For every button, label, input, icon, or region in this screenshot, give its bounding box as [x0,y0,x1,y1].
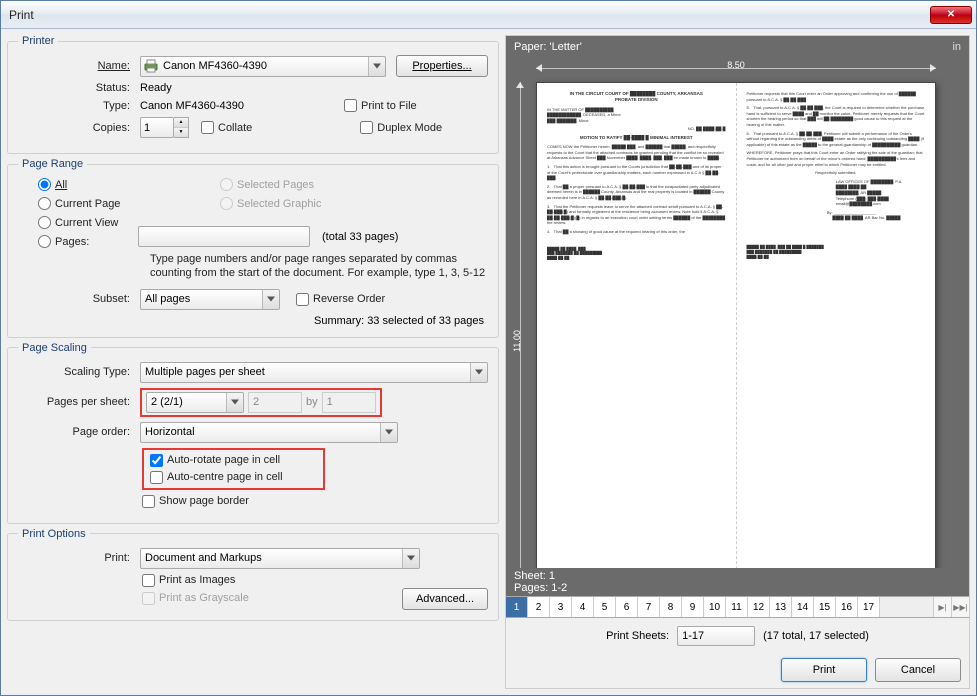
page-scaling-legend: Page Scaling [18,342,91,354]
print-options-legend: Print Options [18,528,90,540]
pps-cols: 2 [248,392,302,413]
properties-button[interactable]: Properties... [396,55,488,77]
printer-name-label: Name: [18,60,136,72]
reverse-order-checkbox[interactable]: Reverse Order [296,293,385,306]
status-value: Ready [140,82,172,94]
total-pages-text: (total 33 pages) [322,231,398,243]
page-range-help: Type page numbers and/or page ranges sep… [150,252,488,281]
pages-range: Pages: 1-2 [514,582,961,594]
copies-label: Copies: [18,122,136,134]
page-order-label: Page order: [18,426,136,438]
preview-page-2: Petitioner requests that this Court ente… [736,83,936,568]
sheet-page-17[interactable]: 17 [858,597,880,617]
sheet-page-14[interactable]: 14 [792,597,814,617]
page-scaling-group: Page Scaling Scaling Type: Multiple page… [7,342,499,524]
print-sheets-total: (17 total, 17 selected) [763,630,869,642]
spin-up-icon[interactable]: ▲ [174,118,188,128]
print-dialog: Print ✕ Printer Name: Canon MF4360-4390 [0,0,977,696]
sheet-page-list: 1234567891011121314151617 [506,597,880,617]
page-preview: IN THE CIRCUIT COURT OF ████████ COUNTY,… [536,82,936,568]
pps-highlight: 2 (2/1) 2 by 1 [140,388,382,417]
status-label: Status: [18,82,136,94]
sheet-info: Sheet: 1 Pages: 1-2 [506,568,969,596]
sheet-page-8[interactable]: 8 [660,597,682,617]
type-value: Canon MF4360-4390 [140,100,340,112]
close-button[interactable]: ✕ [930,6,972,24]
print-sheets-input[interactable] [677,626,755,646]
range-summary: Summary: 33 selected of 33 pages [18,315,488,327]
spin-down-icon[interactable]: ▼ [174,128,188,137]
ruler-left: 11.00 [510,82,530,568]
printer-icon [143,58,159,74]
print-what-label: Print: [18,552,136,564]
duplex-checkbox[interactable]: Duplex Mode [360,121,442,134]
sheet-page-9[interactable]: 9 [682,597,704,617]
sheet-page-6[interactable]: 6 [616,597,638,617]
printer-name-select[interactable]: Canon MF4360-4390 [140,56,386,77]
rotate-centre-highlight: Auto-rotate page in cell Auto-centre pag… [142,448,325,490]
printer-group: Printer Name: Canon MF4360-4390 Properti… [7,35,499,154]
range-all-radio[interactable]: All [38,178,212,191]
sheet-page-16[interactable]: 16 [836,597,858,617]
sheet-page-15[interactable]: 15 [814,597,836,617]
nav-next-icon[interactable]: ▶| [933,597,951,617]
pps-rows: 1 [322,392,376,413]
nav-last-icon[interactable]: ▶▶| [951,597,969,617]
sheet-page-13[interactable]: 13 [770,597,792,617]
sheet-page-2[interactable]: 2 [528,597,550,617]
page-range-group: Page Range All Current Page Current View… [7,158,499,338]
sheet-page-11[interactable]: 11 [726,597,748,617]
sheet-page-3[interactable]: 3 [550,597,572,617]
subset-label: Subset: [18,293,136,305]
copies-spinner[interactable]: ▲▼ [140,117,189,138]
print-as-grayscale-checkbox: Print as Grayscale [142,592,249,605]
subset-select[interactable]: All pages [140,289,280,310]
range-current-page-radio[interactable]: Current Page [38,197,212,210]
scaling-type-label: Scaling Type: [18,366,136,378]
paper-label: Paper: 'Letter' [514,41,582,53]
page-range-legend: Page Range [18,158,87,170]
print-button[interactable]: Print [781,658,867,682]
ruler-top: 8.50 [536,62,936,78]
print-what-select[interactable]: Document and Markups [140,548,420,569]
print-sheets-label: Print Sheets: [606,630,669,642]
sheet-page-5[interactable]: 5 [594,597,616,617]
show-border-checkbox[interactable]: Show page border [142,495,249,508]
scaling-type-select[interactable]: Multiple pages per sheet [140,362,488,383]
sheet-page-4[interactable]: 4 [572,597,594,617]
paper-unit: in [952,41,961,53]
print-as-images-checkbox[interactable]: Print as Images [142,574,235,587]
sheet-page-10[interactable]: 10 [704,597,726,617]
pages-input[interactable] [138,226,310,247]
collate-checkbox[interactable]: Collate [201,121,252,134]
advanced-button[interactable]: Advanced... [402,588,488,610]
pps-select[interactable]: 2 (2/1) [146,392,244,413]
auto-centre-checkbox[interactable]: Auto-centre page in cell [150,471,283,484]
auto-rotate-checkbox[interactable]: Auto-rotate page in cell [150,454,280,467]
sheet-page-7[interactable]: 7 [638,597,660,617]
sheet-page-1[interactable]: 1 [506,597,528,617]
title-bar: Print ✕ [1,1,976,29]
print-to-file-checkbox[interactable]: Print to File [344,99,417,112]
sheet-nav: 1234567891011121314151617 ▶| ▶▶| [506,596,969,618]
sheet-page-12[interactable]: 12 [748,597,770,617]
paper-header: Paper: 'Letter' in [506,36,969,58]
window-title: Print [9,8,930,22]
pps-by-label: by [306,396,318,408]
pps-label: Pages per sheet: [18,396,136,408]
cancel-button[interactable]: Cancel [875,658,961,682]
range-selected-pages-radio: Selected Pages [220,178,321,191]
printer-legend: Printer [18,35,58,47]
preview-area: 8.50 11.00 IN THE CIRCUIT COURT OF █████… [506,58,969,568]
sheet-number: Sheet: 1 [514,570,961,582]
page-order-select[interactable]: Horizontal [140,422,398,443]
type-label: Type: [18,100,136,112]
preview-page-1: IN THE CIRCUIT COURT OF ████████ COUNTY,… [537,83,736,568]
close-icon: ✕ [947,9,955,20]
copies-input[interactable] [140,117,174,138]
print-options-group: Print Options Print: Document and Markup… [7,528,499,621]
range-selected-graphic-radio: Selected Graphic [220,197,321,210]
